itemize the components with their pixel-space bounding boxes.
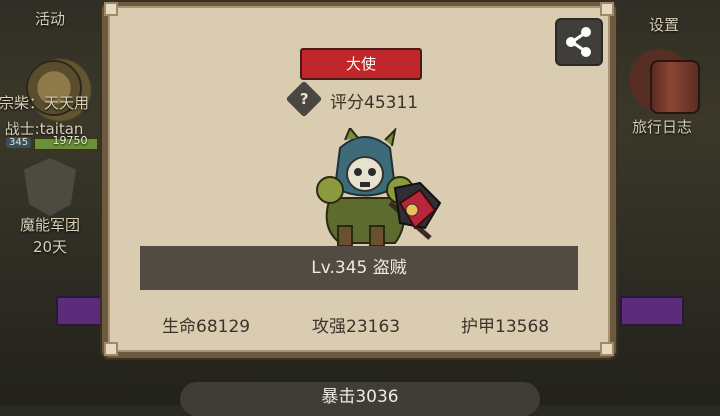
travel-log-label[interactable]: 旅行日志	[612, 116, 712, 137]
panel-corner	[104, 2, 118, 16]
right-purple-button[interactable]	[620, 296, 684, 326]
stat-armor: 护甲13568	[461, 317, 550, 337]
panel-corner	[600, 342, 614, 356]
stat-hp: 生命68129	[162, 317, 251, 337]
settings-label[interactable]: 设置	[614, 14, 714, 35]
activity-label[interactable]: 活动	[0, 8, 100, 29]
legion-days: 20天	[32, 238, 68, 256]
left-sidebar: 活动 宗柴：天天用 战士:taitan 345 19750 魔能军团 20天	[0, 0, 104, 405]
legion-shield-icon[interactable]	[24, 158, 76, 216]
rogue-character-sprite	[316, 128, 442, 247]
crit-stat-pill: 暴击3036	[180, 382, 540, 416]
guild-name: 宗柴：天天用	[0, 94, 89, 112]
power-score: 评分45311	[330, 93, 419, 113]
panel-corner	[104, 342, 118, 356]
travel-log-book-icon[interactable]	[650, 60, 700, 114]
panel-corner	[600, 2, 614, 16]
legion-label[interactable]: 魔能军团	[0, 214, 100, 235]
left-purple-button[interactable]	[56, 296, 104, 326]
share-button[interactable]	[555, 18, 603, 66]
stat-attack: 攻强23163	[312, 317, 401, 337]
hero-title-badge: 大使	[300, 48, 422, 80]
right-sidebar: 设置 旅行日志	[620, 0, 720, 405]
share-icon	[566, 27, 591, 57]
level-class-bar: Lv.345 盗贼	[140, 246, 578, 290]
